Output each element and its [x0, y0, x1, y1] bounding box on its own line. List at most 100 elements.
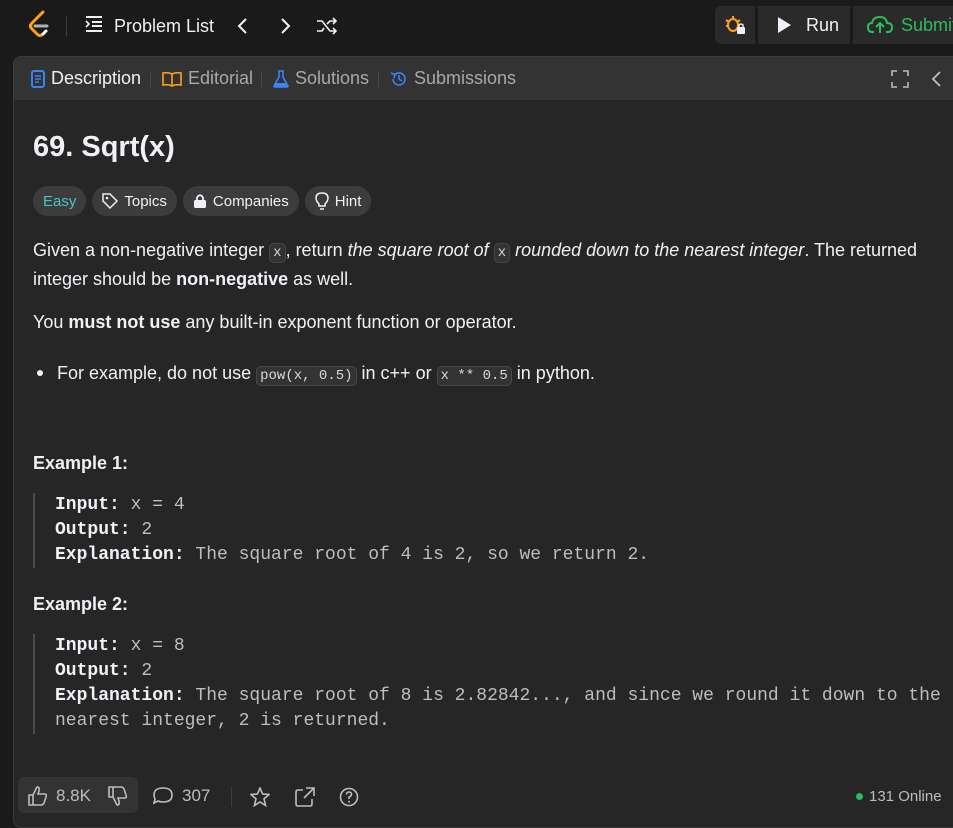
input-value: x = 4	[119, 495, 185, 515]
play-icon	[778, 17, 791, 33]
companies-button[interactable]: Companies	[182, 186, 299, 216]
tab-submissions-label: Submissions	[414, 68, 517, 88]
problem-panel: Description Editorial Solutions Submissi…	[13, 56, 953, 828]
statement-bold: non-negative	[176, 269, 289, 289]
top-bar: Problem List Run Submit	[0, 0, 953, 52]
input-label: Input:	[55, 495, 120, 515]
flask-icon	[273, 69, 289, 88]
output-value: 2	[130, 520, 153, 540]
topics-button[interactable]: Topics	[92, 186, 177, 216]
bottom-toolbar: 8.8K 307 131 Online	[14, 773, 953, 819]
tab-submissions[interactable]: Submissions	[390, 57, 516, 100]
inline-code: pow(x, 0.5)	[256, 366, 357, 386]
thumbs-down-icon	[108, 786, 128, 806]
tab-description[interactable]: Description	[31, 57, 141, 100]
tab-bar: Description Editorial Solutions Submissi…	[14, 57, 953, 100]
description-icon	[31, 69, 45, 88]
book-icon	[162, 71, 182, 87]
tab-editorial[interactable]: Editorial	[162, 57, 253, 100]
bullet-text: For example, do not use pow(x, 0.5) in c…	[57, 360, 595, 389]
next-problem-button[interactable]	[273, 13, 299, 39]
explanation-label: Explanation:	[55, 545, 185, 565]
tab-divider	[261, 71, 262, 87]
random-problem-button[interactable]	[314, 13, 340, 39]
bug-lock-icon	[725, 16, 745, 34]
thumbs-up-icon	[28, 786, 48, 806]
companies-label: Companies	[212, 192, 289, 210]
statement-italic: the square root of	[347, 240, 494, 260]
run-button[interactable]: Run	[758, 6, 850, 44]
statement-text: , return	[285, 240, 348, 260]
example-bullet: For example, do not use pow(x, 0.5) in c…	[37, 360, 595, 389]
inline-code: x	[493, 243, 511, 263]
lock-icon	[193, 194, 206, 208]
chevron-left-icon	[931, 71, 941, 87]
tab-solutions-label: Solutions	[295, 68, 370, 88]
star-icon	[250, 787, 270, 807]
example-2-block: Input: x = 8 Output: 2 Explanation: The …	[33, 634, 941, 734]
problem-statement: Given a non-negative integer x , return t…	[33, 237, 933, 292]
statement-text: Given a non-negative integer	[33, 240, 270, 260]
explanation-value: The square root of 4 is 2, so we return …	[184, 545, 650, 565]
explanation-value: nearest integer, 2 is returned.	[55, 711, 390, 731]
example-2-heading: Example 2:	[33, 594, 129, 614]
bullet-text-part: in python.	[511, 363, 595, 383]
output-label: Output:	[55, 520, 131, 540]
debug-button[interactable]	[715, 6, 755, 44]
chevron-right-icon	[281, 18, 291, 34]
shuffle-icon	[317, 17, 338, 35]
tab-divider	[150, 71, 151, 87]
input-label: Input:	[55, 636, 120, 656]
comments-button[interactable]: 307	[152, 786, 210, 806]
note-text: any built-in exponent function or operat…	[180, 312, 517, 332]
divider	[66, 16, 67, 36]
topics-label: Topics	[124, 192, 167, 210]
expand-icon	[891, 70, 909, 88]
lightbulb-icon	[315, 192, 329, 210]
explanation-value: The square root of 8 is 2.82842..., and …	[184, 686, 941, 706]
tab-divider	[378, 71, 379, 87]
constraint-note: You must not use any built-in exponent f…	[33, 309, 933, 335]
cloud-upload-icon	[867, 15, 893, 33]
online-count: 131 Online	[869, 788, 942, 805]
favorite-button[interactable]	[249, 786, 271, 808]
divider	[231, 787, 232, 807]
difficulty-badge: Easy	[33, 186, 87, 216]
hint-label: Hint	[334, 192, 362, 210]
explanation-label: Explanation:	[55, 686, 185, 706]
tab-solutions[interactable]: Solutions	[273, 57, 369, 100]
chevron-left-icon	[237, 18, 247, 34]
dislike-button[interactable]	[108, 786, 128, 811]
like-button[interactable]: 8.8K	[28, 786, 91, 806]
external-link-icon	[295, 787, 315, 807]
problem-list-button[interactable]: Problem List	[84, 13, 214, 39]
like-count: 8.8K	[56, 786, 91, 805]
submit-button[interactable]: Submit	[853, 6, 953, 44]
output-value: 2	[130, 661, 153, 681]
collapse-panel-button[interactable]	[926, 69, 946, 89]
statement-text: as well.	[288, 269, 354, 289]
previous-problem-button[interactable]	[229, 13, 255, 39]
problem-list-label: Problem List	[114, 15, 215, 36]
tab-description-label: Description	[51, 68, 142, 88]
help-button[interactable]	[338, 786, 360, 808]
share-button[interactable]	[294, 786, 316, 808]
comment-icon	[152, 787, 173, 805]
inline-code: x ** 0.5	[436, 366, 512, 386]
hint-button[interactable]: Hint	[304, 186, 372, 216]
question-circle-icon	[339, 787, 359, 807]
leetcode-logo-icon[interactable]	[26, 10, 54, 40]
history-icon	[390, 71, 406, 86]
statement-italic: rounded down to the nearest integer	[510, 240, 805, 260]
example-1-heading: Example 1:	[33, 453, 129, 473]
note-text: You	[33, 312, 69, 332]
tag-icon	[102, 193, 119, 209]
online-dot	[856, 793, 863, 800]
note-bold: must not use	[68, 312, 181, 332]
tag-chips: Easy Topics Companies Hint	[33, 186, 372, 216]
comment-count: 307	[182, 786, 211, 805]
list-icon	[84, 15, 104, 38]
input-value: x = 8	[119, 636, 185, 656]
problem-title: 69. Sqrt(x)	[33, 131, 175, 163]
fullscreen-button[interactable]	[890, 69, 910, 89]
